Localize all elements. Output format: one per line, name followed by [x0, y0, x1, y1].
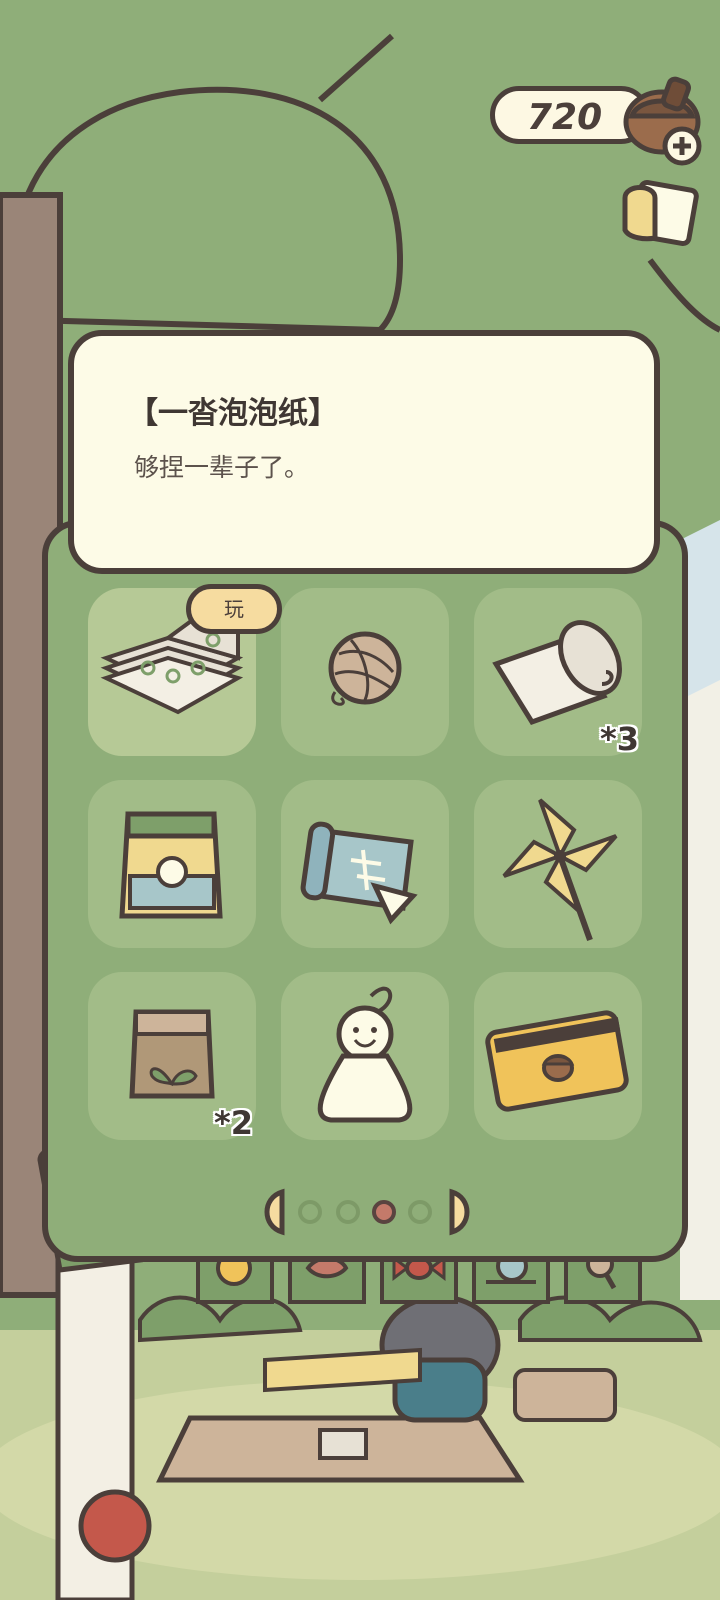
map-scroll-icon — [300, 821, 418, 925]
item-count: *2 — [214, 1104, 253, 1142]
page-dot-1[interactable] — [298, 1200, 322, 1224]
inventory-slot-teru-teru[interactable] — [281, 972, 449, 1140]
inventory-panel: 玩 *3 *2 — [42, 520, 688, 1262]
snack-bag-icon — [119, 811, 223, 919]
item-title: 【一沓泡泡纸】 — [128, 396, 338, 431]
play-label: 玩 — [224, 597, 244, 621]
game-scene: 720 【一沓泡泡纸】 够捏一辈子了。 玩 *3 *2 — [0, 0, 720, 1600]
inventory-slot-yarn[interactable] — [281, 588, 449, 756]
inventory-slot-snack-bag[interactable] — [88, 780, 256, 948]
letter-icon[interactable] — [615, 178, 705, 258]
item-count: *3 — [600, 720, 639, 758]
yarn-ball-icon — [328, 631, 402, 706]
inventory-slot-acorn-card[interactable] — [474, 972, 642, 1140]
item-description: 够捏一辈子了。 — [134, 453, 310, 482]
prev-page-icon[interactable] — [256, 1188, 286, 1236]
acorn-count: 720 — [527, 97, 603, 138]
page-indicator — [256, 1188, 488, 1236]
acorn-add-icon[interactable] — [620, 74, 710, 170]
page-dot-4[interactable] — [408, 1200, 432, 1224]
inventory-slot-map[interactable] — [281, 780, 449, 948]
page-dot-2[interactable] — [336, 1200, 360, 1224]
item-description-card: 【一沓泡泡纸】 够捏一辈子了。 — [68, 330, 660, 574]
acorn-card-icon — [485, 1010, 629, 1112]
teru-teru-bozu-icon — [317, 986, 413, 1123]
pinwheel-icon — [502, 798, 618, 942]
next-page-icon[interactable] — [448, 1188, 478, 1236]
inventory-slot-pinwheel[interactable] — [474, 780, 642, 948]
page-dot-3-active[interactable] — [372, 1200, 396, 1224]
play-button[interactable]: 玩 — [186, 584, 282, 634]
